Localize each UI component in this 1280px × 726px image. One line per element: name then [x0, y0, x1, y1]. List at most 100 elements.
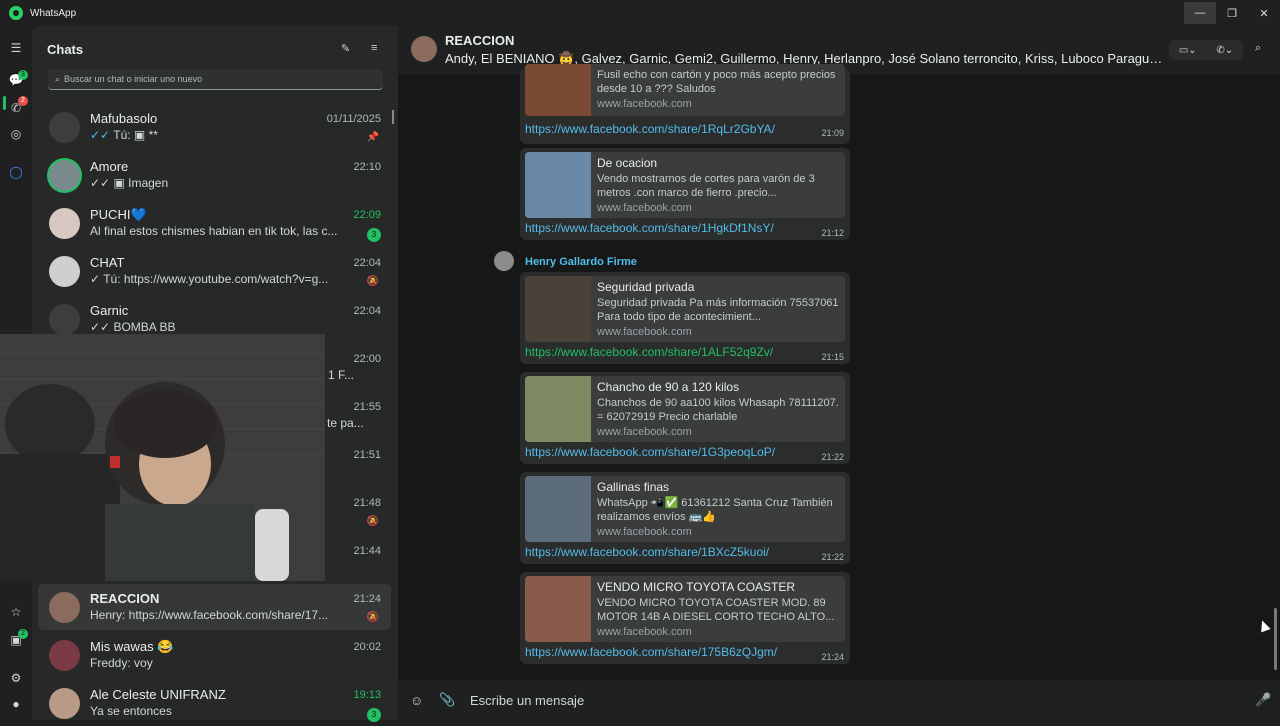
message-composer: ☺ 📎 Escribe un mensaje 🎤	[398, 680, 1280, 720]
chat-preview: Henry: https://www.facebook.com/share/17…	[90, 608, 329, 622]
message-link[interactable]: https://www.facebook.com/share/1G3peoqLo…	[525, 445, 775, 459]
message-bubble[interactable]: Fusil echo con cartón y poco más acepto …	[520, 64, 850, 144]
avatar	[49, 688, 80, 719]
message-link[interactable]: https://www.facebook.com/share/1ALF52q9Z…	[525, 345, 773, 359]
chat-preview: ✓✓ BOMBA BB	[90, 320, 176, 334]
chat-name: Amore	[90, 159, 129, 174]
new-chat-icon[interactable]: ✎	[341, 42, 350, 55]
emoji-icon[interactable]: ☺	[410, 693, 423, 708]
chat-time: 22:00	[353, 353, 381, 365]
search-icon[interactable]: ⌕	[1255, 42, 1261, 55]
message-link[interactable]: https://www.facebook.com/share/175B6zQJg…	[525, 645, 777, 659]
link-preview-card[interactable]: Fusil echo con cartón y poco más acepto …	[525, 64, 845, 116]
chat-item-amore[interactable]: Amore ✓✓ ▣ Imagen 22:10	[38, 152, 391, 198]
message-bubble[interactable]: VENDO MICRO TOYOTA COASTER VENDO MICRO T…	[520, 572, 850, 664]
preview-domain: www.facebook.com	[597, 98, 692, 110]
chat-time: 21:24	[353, 593, 381, 605]
search-icon: ⌕	[55, 73, 61, 84]
message-bubble[interactable]: Chancho de 90 a 120 kilos Chanchos de 90…	[520, 372, 850, 464]
message-time: 21:09	[821, 128, 844, 138]
chat-name: Mafubasolo	[90, 111, 158, 126]
avatar	[49, 112, 80, 143]
avatar	[49, 304, 80, 335]
chat-item-mafubasolo[interactable]: Mafubasolo ✓✓ Tú: ▣ ** 01/11/2025 📌	[38, 104, 391, 150]
preview-title: Seguridad privada	[597, 280, 695, 294]
muted-icon: 🔕	[366, 516, 379, 527]
chat-name: Mis wawas 😂	[90, 639, 174, 654]
preview-title: De ocacion	[597, 156, 658, 170]
preview-thumbnail	[525, 376, 591, 442]
settings-icon[interactable]: ⚙	[8, 670, 24, 686]
chat-preview: ✓✓ Tú: ▣ **	[90, 128, 158, 142]
filter-icon[interactable]: ≡	[371, 42, 377, 54]
conversation-title[interactable]: REACCION	[445, 33, 514, 48]
search-placeholder: Buscar un chat o iniciar uno nuevo	[64, 74, 203, 84]
link-preview-card[interactable]: De ocacion Vendo mostrarnos de cortes pa…	[525, 152, 845, 218]
link-preview-card[interactable]: Gallinas finas WhatsApp 📲✅ 61361212 Sant…	[525, 476, 845, 542]
message-time: 21:22	[821, 552, 844, 562]
message-link[interactable]: https://www.facebook.com/share/1RqLr2GbY…	[525, 122, 775, 136]
voice-call-icon[interactable]: ✆⌄	[1216, 45, 1233, 56]
chat-preview: ✓✓ ▣ Imagen	[90, 176, 169, 190]
pin-icon: 📌	[366, 132, 379, 143]
link-preview-card[interactable]: Chancho de 90 a 120 kilos Chanchos de 90…	[525, 376, 845, 442]
chat-preview: te pa...	[327, 416, 364, 430]
minimize-button[interactable]: —	[1184, 2, 1216, 24]
profile-icon[interactable]: ●	[8, 696, 24, 712]
search-input[interactable]: ⌕ Buscar un chat o iniciar uno nuevo	[48, 69, 383, 90]
window-controls: — ❐ ✕	[1184, 0, 1280, 26]
chat-name: PUCHI💙	[90, 207, 147, 222]
chat-item-reaccion[interactable]: REACCION Henry: https://www.facebook.com…	[38, 584, 391, 630]
app-name: WhatsApp	[30, 7, 77, 19]
chat-time: 19:13	[353, 689, 381, 701]
message-time: 21:15	[821, 352, 844, 362]
sender-avatar[interactable]	[494, 251, 514, 271]
message-input[interactable]: Escribe un mensaje	[470, 693, 584, 708]
link-preview-card[interactable]: Seguridad privada Seguridad privada Pa m…	[525, 276, 845, 342]
message-link[interactable]: https://www.facebook.com/share/1HgkDf1Ns…	[525, 221, 774, 235]
attach-icon[interactable]: 📎	[439, 692, 455, 708]
meta-ai-icon[interactable]: ◯	[8, 164, 24, 180]
starred-icon[interactable]: ☆	[8, 604, 24, 620]
webcam-image	[0, 334, 325, 581]
chat-item-chat[interactable]: CHAT ✓ Tú: https://www.youtube.com/watch…	[38, 248, 391, 294]
conversation-scrollbar[interactable]	[1274, 608, 1277, 670]
message-bubble[interactable]: De ocacion Vendo mostrarnos de cortes pa…	[520, 148, 850, 240]
preview-description: Seguridad privada Pa más información 755…	[597, 297, 839, 323]
preview-thumbnail	[525, 276, 591, 342]
status-icon[interactable]: ◎	[8, 126, 24, 142]
preview-title: Chancho de 90 a 120 kilos	[597, 380, 740, 394]
preview-domain: www.facebook.com	[597, 626, 692, 638]
chat-item-puchi[interactable]: PUCHI💙 Al final estos chismes habian en …	[38, 200, 391, 246]
preview-domain: www.facebook.com	[597, 326, 692, 338]
chat-time: 22:04	[353, 257, 381, 269]
archive-badge: 2	[18, 629, 28, 639]
microphone-icon[interactable]: 🎤	[1255, 692, 1271, 708]
preview-thumbnail	[525, 576, 591, 642]
message-bubble[interactable]: Seguridad privada Seguridad privada Pa m…	[520, 272, 850, 364]
chat-name: CHAT	[90, 255, 125, 270]
chat-preview: Freddy: voy	[90, 656, 153, 670]
preview-domain: www.facebook.com	[597, 426, 692, 438]
selected-indicator	[3, 96, 6, 110]
message-link[interactable]: https://www.facebook.com/share/1BXcZ5kuo…	[525, 545, 769, 559]
message-time: 21:12	[821, 228, 844, 238]
close-button[interactable]: ✕	[1248, 2, 1280, 24]
message-bubble[interactable]: Gallinas finas WhatsApp 📲✅ 61361212 Sant…	[520, 472, 850, 564]
chat-time: 21:55	[353, 401, 381, 413]
sender-name[interactable]: Henry Gallardo Firme	[525, 256, 637, 268]
chats-title: Chats	[47, 42, 84, 57]
chat-item-ale-celeste[interactable]: Ale Celeste UNIFRANZ Ya se entonces 19:1…	[38, 680, 391, 726]
group-avatar[interactable]	[411, 36, 437, 62]
chat-time: 22:09	[353, 209, 381, 221]
webcam-overlay	[0, 334, 325, 581]
list-scrollbar[interactable]	[392, 110, 394, 124]
menu-icon[interactable]: ☰	[8, 40, 24, 56]
preview-title: Gallinas finas	[597, 480, 670, 494]
preview-description: VENDO MICRO TOYOTA COASTER MOD. 89 MOTOR…	[597, 597, 835, 623]
link-preview-card[interactable]: VENDO MICRO TOYOTA COASTER VENDO MICRO T…	[525, 576, 845, 642]
restore-button[interactable]: ❐	[1216, 2, 1248, 24]
video-call-icon[interactable]: ▭⌄	[1179, 45, 1197, 56]
chat-item-mis-wawas[interactable]: Mis wawas 😂 Freddy: voy 20:02	[38, 632, 391, 678]
chat-time: 21:44	[353, 545, 381, 557]
